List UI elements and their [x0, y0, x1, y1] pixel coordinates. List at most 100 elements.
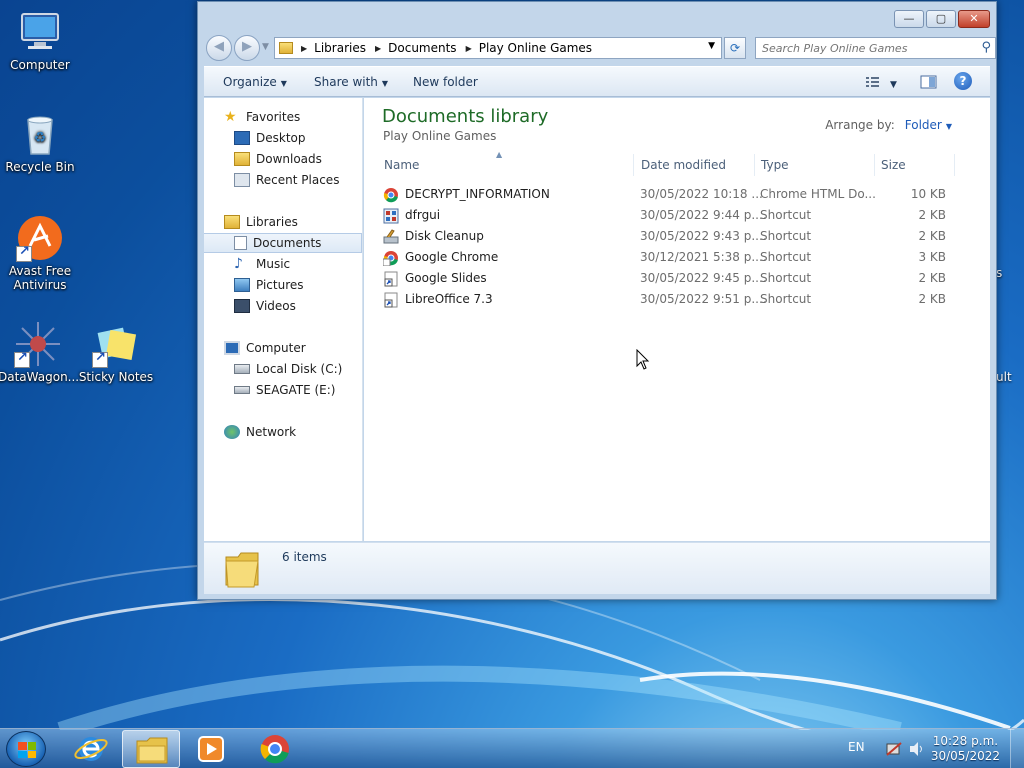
item-count: 6 items — [282, 550, 327, 564]
action-center-flag-icon[interactable] — [886, 741, 902, 757]
share-with-menu[interactable]: Share with ▼ — [314, 75, 388, 89]
nav-local-disk[interactable]: Local Disk (C:) — [204, 359, 362, 379]
arrange-by-dropdown[interactable]: Folder — [905, 118, 942, 132]
nav-network[interactable]: Network — [204, 422, 362, 442]
breadcrumb-separator-icon[interactable]: ▶ — [301, 44, 307, 53]
maximize-button[interactable]: ▢ — [926, 10, 956, 28]
desktop-icon-avast[interactable]: Avast Free Antivirus — [0, 214, 80, 292]
navigation-pane: ★ Favorites Desktop Downloads Recent Plac… — [204, 98, 363, 541]
nav-music[interactable]: ♪ Music — [204, 254, 362, 274]
breadcrumb-documents[interactable]: Documents — [388, 41, 456, 55]
desktop-icon-computer[interactable]: Computer — [0, 8, 80, 72]
taskbar-windows-explorer[interactable] — [122, 730, 180, 768]
datawagon-icon — [14, 320, 62, 368]
minimize-button[interactable]: — — [894, 10, 924, 28]
desktop-icon-label-partial[interactable]: ult — [996, 370, 1012, 384]
folder-icon — [224, 549, 260, 589]
column-header-date[interactable]: Date modified — [635, 154, 755, 176]
volume-icon[interactable] — [908, 741, 926, 757]
file-row[interactable]: dfrgui 30/05/2022 9:44 p.... Shortcut 2 … — [378, 205, 958, 226]
preview-pane-button[interactable] — [920, 72, 938, 92]
nav-downloads[interactable]: Downloads — [204, 149, 362, 169]
library-subtitle: Play Online Games — [383, 129, 497, 143]
breadcrumb-separator-icon[interactable]: ▶ — [375, 44, 381, 53]
downloads-icon — [234, 152, 250, 166]
file-row[interactable]: Disk Cleanup 30/05/2022 9:43 p.... Short… — [378, 226, 958, 247]
refresh-button[interactable]: ⟳ — [724, 37, 746, 59]
language-indicator[interactable]: EN — [848, 740, 865, 754]
column-header-type[interactable]: Type — [755, 154, 875, 176]
taskbar: EN 10:28 p.m. 30/05/2022 — [0, 728, 1024, 768]
videos-icon — [234, 299, 250, 313]
explorer-window: — ▢ ✕ ◀ ▶ ▼ ▶ Libraries ▶ Documents ▶ Play … — [197, 1, 997, 600]
column-header-name[interactable]: Name — [378, 154, 634, 176]
libraries-icon — [224, 215, 240, 229]
svg-text:▼: ▼ — [890, 80, 897, 90]
breadcrumb-libraries[interactable]: Libraries — [314, 41, 366, 55]
taskbar-internet-explorer[interactable] — [62, 730, 120, 768]
forward-button[interactable]: ▶ — [234, 35, 260, 61]
refresh-icon: ⟳ — [729, 41, 741, 55]
chevron-down-icon: ▼ — [280, 79, 287, 88]
windows-logo-icon — [18, 742, 36, 758]
arrow-left-icon: ◀ — [214, 39, 224, 54]
chevron-down-icon: ▼ — [381, 79, 389, 88]
details-pane: 6 items — [204, 542, 990, 594]
recent-pages-dropdown[interactable]: ▼ — [262, 42, 269, 52]
recent-places-icon — [234, 173, 250, 187]
desktop-icon-recycle-bin[interactable]: ♻ Recycle Bin — [0, 110, 80, 174]
shortcut-icon — [383, 271, 399, 287]
nav-computer[interactable]: Computer — [204, 338, 362, 358]
start-button[interactable] — [6, 731, 46, 767]
column-header-size[interactable]: Size — [875, 154, 955, 176]
svg-text:♻: ♻ — [34, 130, 47, 146]
chevron-down-icon[interactable]: ▼ — [946, 122, 952, 131]
nav-recent-places[interactable]: Recent Places — [204, 170, 362, 190]
shortcut-icon — [383, 292, 399, 308]
file-list-pane: Documents library Play Online Games Arra… — [364, 98, 990, 541]
clock-date: 30/05/2022 — [930, 749, 1000, 763]
help-button[interactable]: ? — [954, 72, 972, 92]
clock[interactable]: 10:28 p.m. 30/05/2022 — [931, 734, 1000, 764]
shortcut-arrow-icon — [16, 244, 32, 262]
nav-pictures[interactable]: Pictures — [204, 275, 362, 295]
new-folder-button[interactable]: New folder — [413, 75, 478, 89]
star-icon: ★ — [224, 109, 237, 125]
file-row[interactable]: Google Slides 30/05/2022 9:45 p.... Shor… — [378, 268, 958, 289]
taskbar-media-player[interactable] — [182, 730, 240, 768]
nav-seagate[interactable]: SEAGATE (E:) — [204, 380, 362, 400]
desktop-icon-sticky-notes[interactable]: Sticky Notes — [76, 320, 156, 384]
removable-drive-icon — [234, 386, 250, 394]
taskbar-google-chrome[interactable] — [246, 730, 304, 768]
clock-time: 10:28 p.m. — [932, 734, 999, 748]
chrome-icon — [260, 735, 289, 764]
breadcrumb-separator-icon[interactable]: ▶ — [466, 44, 472, 53]
computer-icon — [224, 341, 240, 355]
computer-icon — [16, 8, 64, 56]
hard-disk-icon — [234, 364, 250, 374]
music-icon: ♪ — [234, 256, 243, 272]
search-icon[interactable]: ⚲ — [981, 40, 991, 55]
change-view-button[interactable]: ▼ — [866, 72, 900, 92]
file-row[interactable]: DECRYPT_INFORMATION 30/05/2022 10:18 ...… — [378, 184, 958, 205]
nav-videos[interactable]: Videos — [204, 296, 362, 316]
recycle-bin-icon: ♻ — [16, 110, 64, 158]
file-row[interactable]: Google Chrome 30/12/2021 5:38 p.... Shor… — [378, 247, 958, 268]
search-input[interactable] — [756, 38, 956, 58]
nav-documents[interactable]: Documents — [204, 233, 362, 253]
help-icon: ? — [954, 72, 972, 90]
back-button[interactable]: ◀ — [206, 35, 232, 61]
desktop-icon-datawagon[interactable]: DataWagon... — [0, 320, 79, 384]
nav-desktop[interactable]: Desktop — [204, 128, 362, 148]
folder-icon — [279, 42, 293, 54]
address-bar[interactable]: ▶ Libraries ▶ Documents ▶ Play Online Games… — [274, 37, 722, 59]
media-player-icon — [198, 736, 224, 762]
show-desktop-button[interactable] — [1010, 729, 1024, 768]
organize-menu[interactable]: Organize ▼ — [223, 75, 287, 89]
nav-libraries[interactable]: Libraries — [204, 212, 362, 232]
nav-favorites[interactable]: ★ Favorites — [204, 107, 362, 127]
close-button[interactable]: ✕ — [958, 10, 990, 28]
breadcrumb-play-online-games[interactable]: Play Online Games — [479, 41, 592, 55]
address-dropdown-icon[interactable]: ▼ — [708, 41, 715, 51]
file-row[interactable]: LibreOffice 7.3 30/05/2022 9:51 p.... Sh… — [378, 289, 958, 310]
